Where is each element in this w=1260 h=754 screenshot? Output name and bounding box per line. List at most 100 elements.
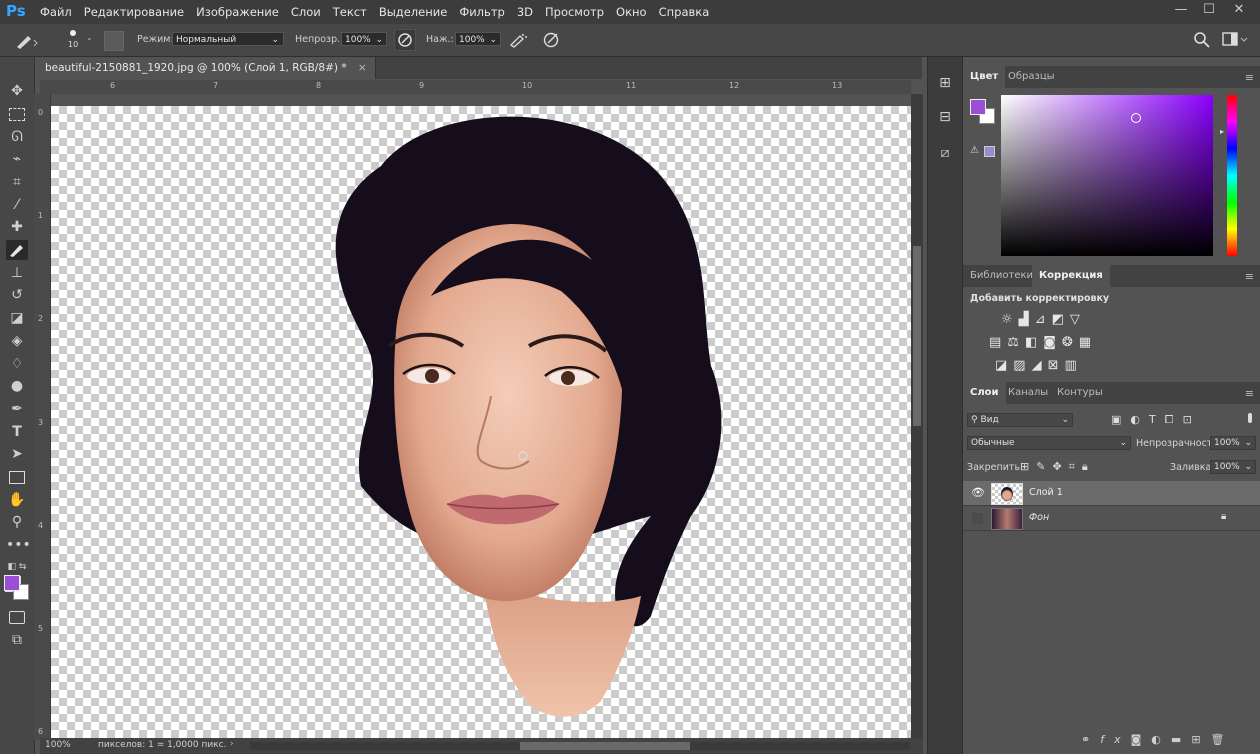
lasso-tool-icon[interactable]: ᘏ <box>6 127 28 147</box>
dodge-tool-icon[interactable]: ● <box>6 376 28 396</box>
menu-select[interactable]: Выделение <box>379 5 448 19</box>
close-button[interactable]: ✕ <box>1228 2 1250 20</box>
properties-panel-icon[interactable]: ⊟ <box>935 109 955 129</box>
foreground-color-fill[interactable] <box>4 575 20 591</box>
tab-paths[interactable]: Контуры <box>1050 382 1110 404</box>
new-adjustment-layer-icon[interactable]: ◐ <box>1151 733 1171 746</box>
type-tool-icon[interactable]: T <box>6 422 28 442</box>
add-mask-icon[interactable]: ◙ <box>1131 733 1152 746</box>
rectangle-tool-icon[interactable] <box>6 467 28 487</box>
filter-shape-icon[interactable]: ⧠ <box>1165 413 1183 426</box>
menu-edit[interactable]: Редактирование <box>84 5 184 19</box>
horizontal-scrollbar[interactable] <box>250 742 910 750</box>
lock-transparency-icon[interactable]: ⊞ <box>1020 460 1036 473</box>
screen-mode-icon[interactable]: ⧉ <box>6 630 28 650</box>
pen-tool-icon[interactable]: ✒ <box>6 399 28 419</box>
brush-panel-toggle-icon[interactable] <box>104 31 124 51</box>
eye-icon[interactable]: 👁︎ <box>971 486 985 499</box>
lock-position-icon[interactable]: ✥ <box>1052 460 1068 473</box>
zoom-level[interactable]: 100% <box>45 740 71 750</box>
brush-size-picker[interactable]: 10 ⌄ <box>62 28 93 52</box>
hue-slider-marker[interactable]: ▸ <box>1220 127 1224 136</box>
gamut-color-swatch[interactable] <box>984 146 995 157</box>
opacity-field[interactable]: 100% ⌄ <box>341 32 387 46</box>
eyedropper-tool-icon[interactable]: ⁄ <box>6 195 28 215</box>
layer-name[interactable]: Слой 1 <box>1029 487 1063 498</box>
layer-row-2[interactable]: Фон 🔒︎ <box>963 506 1260 531</box>
menu-3d[interactable]: 3D <box>517 5 533 19</box>
layer-row-1[interactable]: 👁︎ Слой 1 <box>963 481 1260 506</box>
filter-toggle[interactable] <box>1248 413 1252 423</box>
channel-mixer-icon[interactable]: ❂ <box>1062 335 1079 350</box>
layer-style-icon[interactable]: fx <box>1100 733 1130 746</box>
link-layers-icon[interactable]: ⚭ <box>1081 733 1100 746</box>
vertical-scrollbar-thumb[interactable] <box>913 246 921 426</box>
brush-tool-icon[interactable] <box>6 240 28 260</box>
panel-menu-icon[interactable]: ≡ <box>1245 387 1254 400</box>
panel-menu-icon[interactable]: ≡ <box>1245 270 1254 283</box>
document-tab[interactable]: beautiful-2150881_1920.jpg @ 100% (Слой … <box>40 57 376 79</box>
black-white-icon[interactable]: ◧ <box>1025 335 1043 350</box>
path-selection-tool-icon[interactable]: ➤ <box>6 444 28 464</box>
hue-saturation-icon[interactable]: ▤ <box>989 335 1007 350</box>
posterize-icon[interactable]: ▨ <box>1013 358 1031 373</box>
pressure-field[interactable]: 100% ⌄ <box>455 32 501 46</box>
swap-colors-icon[interactable]: ◧ ⇆ <box>6 557 28 577</box>
crop-tool-icon[interactable]: ⌗ <box>6 172 28 192</box>
close-tab-icon[interactable]: × <box>358 62 367 74</box>
paths-panel-icon[interactable]: ⧄ <box>935 145 955 165</box>
layer-opacity-field[interactable]: 100% ⌄ <box>1210 436 1256 450</box>
tab-libraries[interactable]: Библиотеки <box>963 265 1040 287</box>
paint-bucket-tool-icon[interactable]: ◈ <box>6 331 28 351</box>
gamut-warning-icon[interactable]: ⚠ <box>970 145 979 156</box>
lock-pixels-icon[interactable]: ✎ <box>1036 460 1052 473</box>
blur-tool-icon[interactable]: ♢ <box>6 354 28 374</box>
move-tool-icon[interactable]: ✥ <box>6 81 28 101</box>
gradient-map-icon[interactable]: ▥ <box>1065 358 1083 373</box>
filter-pixel-icon[interactable]: ▣ <box>1111 413 1130 426</box>
mode-select[interactable]: Нормальный ⌄ <box>172 32 284 46</box>
invert-icon[interactable]: ◪ <box>995 358 1013 373</box>
curves-icon[interactable]: ⊿ <box>1035 312 1052 327</box>
new-group-icon[interactable]: ▬ <box>1171 733 1191 746</box>
menu-filter[interactable]: Фильтр <box>459 5 505 19</box>
blend-mode-select[interactable]: Обычные ⌄ <box>967 436 1131 450</box>
menu-type[interactable]: Текст <box>333 5 367 19</box>
vibrance-icon[interactable]: ▽ <box>1070 312 1086 327</box>
menu-view[interactable]: Просмотр <box>545 5 604 19</box>
airbrush-icon[interactable] <box>508 30 528 50</box>
pressure-opacity-icon[interactable] <box>394 29 416 51</box>
threshold-icon[interactable]: ◢ <box>1032 358 1048 373</box>
menu-window[interactable]: Окно <box>616 5 647 19</box>
exposure-icon[interactable]: ◩ <box>1052 312 1070 327</box>
tab-swatches[interactable]: Образцы <box>1001 66 1062 88</box>
menu-help[interactable]: Справка <box>659 5 710 19</box>
eraser-tool-icon[interactable]: ◪ <box>6 308 28 328</box>
selective-color-icon[interactable]: ⊠ <box>1048 358 1065 373</box>
fill-field[interactable]: 100% ⌄ <box>1210 460 1256 474</box>
history-brush-tool-icon[interactable]: ↺ <box>6 285 28 305</box>
horizontal-scrollbar-thumb[interactable] <box>520 742 690 750</box>
more-tools-icon[interactable]: ••• <box>6 535 31 555</box>
delete-layer-icon[interactable]: 🗑︎ <box>1211 733 1235 746</box>
chevron-right-icon[interactable]: › <box>230 739 234 749</box>
color-field[interactable] <box>1001 95 1213 256</box>
minimize-button[interactable]: — <box>1170 2 1192 20</box>
visibility-toggle[interactable] <box>972 513 983 524</box>
color-balance-icon[interactable]: ⚖ <box>1007 335 1025 350</box>
quick-selection-tool-icon[interactable]: ⌁ <box>6 149 28 169</box>
photo-filter-icon[interactable]: ◙ <box>1043 335 1062 350</box>
zoom-tool-icon[interactable]: ⚲ <box>6 512 28 532</box>
filter-smart-object-icon[interactable]: ⊡ <box>1183 413 1201 426</box>
filter-type-icon[interactable]: T <box>1149 413 1165 426</box>
color-panel-foreground[interactable] <box>970 99 986 115</box>
lock-all-icon[interactable]: 🔒︎ <box>1082 460 1095 473</box>
layer-name[interactable]: Фон <box>1029 512 1049 523</box>
history-panel-icon[interactable]: ⊞ <box>935 75 955 95</box>
menu-image[interactable]: Изображение <box>196 5 279 19</box>
menu-file[interactable]: Файл <box>40 5 72 19</box>
menu-layers[interactable]: Слои <box>291 5 321 19</box>
filter-adjustment-icon[interactable]: ◐ <box>1130 413 1149 426</box>
brush-tool-preset-icon[interactable] <box>14 32 38 50</box>
panel-menu-icon[interactable]: ≡ <box>1245 71 1254 84</box>
